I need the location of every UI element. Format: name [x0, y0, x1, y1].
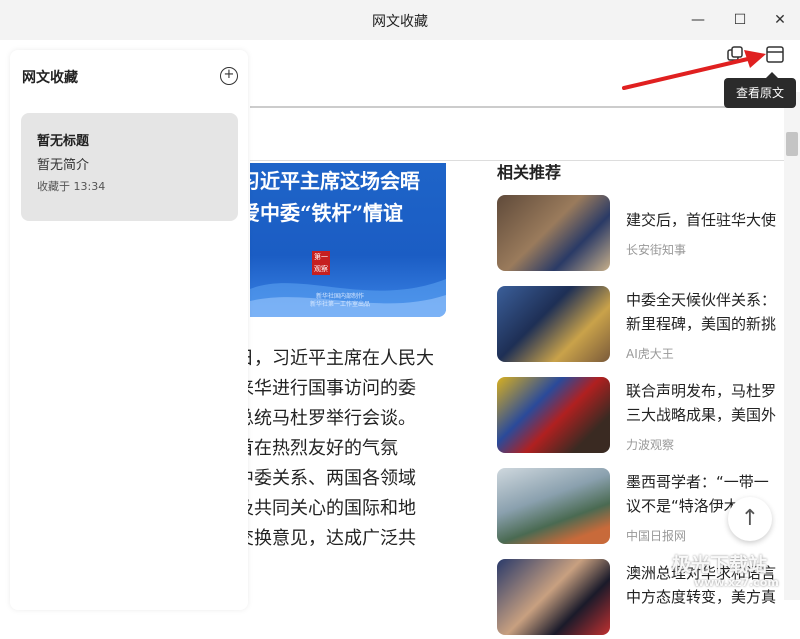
- watermark-line-1: 极光下载站: [672, 554, 768, 576]
- scrollbar-track[interactable]: [784, 92, 800, 600]
- related-thumbnail: [497, 195, 610, 271]
- divider: [250, 106, 784, 108]
- watermark-line-2: www.xz7.com: [694, 576, 779, 589]
- favorite-card[interactable]: 暂无标题 暂无简介 收藏于 13:34: [21, 113, 238, 221]
- search-strip: [250, 92, 784, 161]
- related-source: 长安街知事: [626, 243, 687, 257]
- related-source: AI虎大王: [626, 347, 674, 361]
- card-description: 暂无简介: [37, 158, 90, 173]
- related-thumbnail: [497, 377, 610, 453]
- related-thumbnail: [497, 559, 610, 635]
- window-title: 网文收藏: [372, 14, 428, 30]
- card-title: 暂无标题: [37, 134, 90, 149]
- related-headline: 联合声明发布，马杜罗: [626, 382, 777, 400]
- favorites-sidebar: 网文收藏 + 暂无标题 暂无简介 收藏于 13:34: [10, 50, 248, 610]
- article-banner: 习近平主席这场会晤 爱中委“铁杆”情谊 第一观察 新华社国内部制作 新华社第一工…: [250, 163, 446, 317]
- related-title: 相关推荐: [497, 163, 562, 182]
- article-line: 中委关系、两国各领域: [236, 468, 416, 489]
- related-headline: 墨西哥学者：“一带一: [626, 473, 769, 491]
- banner-line-1: 习近平主席这场会晤: [250, 169, 420, 193]
- title-bar: 网文收藏 — ☐ ✕: [0, 0, 800, 40]
- sidebar-title: 网文收藏: [22, 70, 78, 86]
- article-body: 日，习近平主席在人民大 来华进行国事访问的委 总统马杜罗举行会谈。 首在热烈友好…: [236, 344, 450, 554]
- article-line: 总统马杜罗举行会谈。: [236, 408, 416, 429]
- view-original-tooltip: 查看原文: [724, 72, 796, 108]
- scrollbar-thumb[interactable]: [786, 132, 798, 156]
- minimize-button[interactable]: —: [688, 10, 708, 30]
- close-button[interactable]: ✕: [770, 10, 790, 30]
- related-headline: 建交后，首任驻华大使: [626, 211, 777, 229]
- banner-seal: 第一观察: [312, 251, 330, 275]
- related-item[interactable]: 联合声明发布，马杜罗 三大战略成果，美国外 力波观察: [497, 377, 787, 457]
- related-thumbnail: [497, 468, 610, 544]
- related-thumbnail: [497, 286, 610, 362]
- related-headline-2: 三大战略成果，美国外: [626, 406, 777, 424]
- banner-line-2: 爱中委“铁杆”情谊: [250, 201, 404, 225]
- related-headline-2: 新里程碑，美国的新挑: [626, 315, 777, 333]
- related-source: 力波观察: [626, 438, 675, 452]
- banner-sub-2: 新华社第一工作室出品: [309, 301, 370, 308]
- plus-circle-icon[interactable]: +: [220, 67, 238, 85]
- article-line: 及共同关心的国际和地: [236, 498, 416, 519]
- watermark-logo: 极光下载站 www.xz7.com: [632, 548, 792, 596]
- related-source: 中国日报网: [626, 529, 687, 543]
- article-line: 来华进行国事访问的委: [236, 378, 416, 399]
- related-headline: 中委全天候伙伴关系：: [626, 291, 777, 309]
- related-item[interactable]: 建交后，首任驻华大使 长安街知事: [497, 195, 787, 275]
- maximize-button[interactable]: ☐: [730, 10, 750, 30]
- card-meta: 收藏于 13:34: [37, 180, 106, 193]
- article-line: 交换意见，达成广泛共: [236, 528, 416, 549]
- related-item[interactable]: 中委全天候伙伴关系： 新里程碑，美国的新挑 AI虎大王: [497, 286, 787, 366]
- article-line: 日，习近平主席在人民大: [236, 348, 434, 369]
- arrow-up-icon[interactable]: ↑: [728, 497, 772, 541]
- article-line: 首在热烈友好的气氛: [236, 438, 398, 459]
